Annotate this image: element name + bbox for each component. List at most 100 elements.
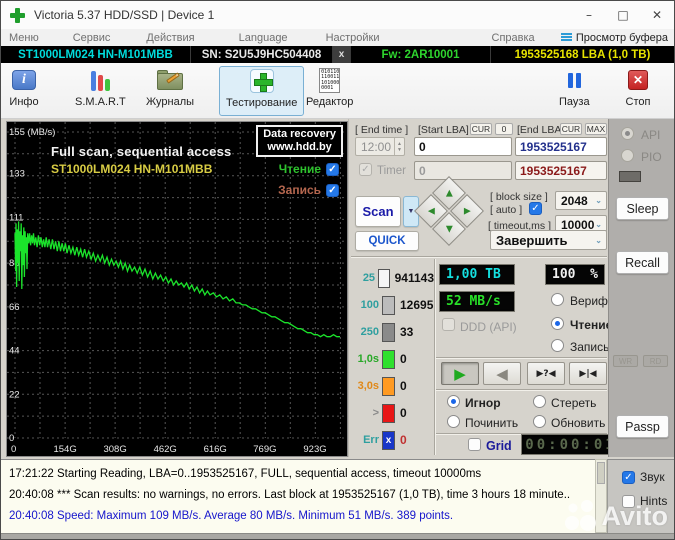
svg-text:462G: 462G [154, 444, 177, 455]
recall-button[interactable]: Recall [616, 251, 669, 274]
right-arrow-icon: ▶ [463, 205, 471, 216]
end-lba-secondary-input[interactable]: 1953525167 [515, 161, 607, 180]
write-radio[interactable] [551, 339, 564, 352]
ignore-radio[interactable] [447, 395, 460, 408]
erase-radio[interactable] [533, 395, 546, 408]
close-button[interactable]: ✕ [640, 1, 674, 29]
control-panel: [ End time ] [Start LBA] CUR 0 [End LBA]… [348, 119, 621, 457]
end-time-spinner[interactable]: 12:00 ▲ ▼ [355, 137, 405, 156]
passp-button[interactable]: Passp [616, 415, 669, 438]
svg-text:133: 133 [9, 169, 25, 180]
play-button[interactable]: ▶ [441, 362, 479, 385]
pio-radio[interactable] [621, 149, 634, 162]
back-button[interactable]: ◀ [483, 362, 521, 385]
timer-checkbox[interactable]: ✓ [359, 163, 372, 176]
binary-document-icon: 010110 110011 101000 0001 [319, 67, 341, 93]
menu-main[interactable]: Меню [9, 32, 39, 44]
grid-checkbox[interactable] [468, 438, 481, 451]
spinner-arrows-icon[interactable]: ▲ ▼ [394, 138, 404, 155]
scan-button[interactable]: Scan [355, 196, 401, 227]
finish-action-combo[interactable]: Завершить ⌄ [490, 230, 607, 250]
log-entry: 20:40:08 Speed: Maximum 109 MB/s. Averag… [9, 510, 454, 522]
app-icon [10, 7, 25, 23]
svg-text:769G: 769G [253, 444, 276, 455]
api-label: API [641, 128, 661, 142]
legend-read-label: Чтение [278, 162, 321, 176]
sound-checkbox[interactable]: ✓ [622, 470, 635, 484]
menu-settings[interactable]: Настройки [326, 32, 380, 44]
quick-button[interactable]: QUICK [355, 231, 419, 251]
block-size-combo[interactable]: 2048 ⌄ [555, 191, 607, 210]
buffer-view-button[interactable]: Просмотр буфера [560, 31, 668, 44]
seek-end-button[interactable]: ▶|◀ [569, 362, 607, 385]
verify-radio[interactable] [551, 293, 564, 306]
read-radio[interactable] [551, 317, 564, 330]
read-checkbox[interactable]: ✓ [326, 162, 339, 176]
block-swatch-3s [382, 376, 395, 396]
start-lba-input[interactable]: 0 [414, 137, 512, 156]
menu-help[interactable]: Справка [492, 32, 535, 44]
write-checkbox[interactable]: ✓ [326, 183, 339, 197]
ddd-api-label: DDD (API) [460, 320, 517, 334]
seek-error-icon: ▶?◀ [536, 368, 556, 379]
smart-bars-icon [90, 69, 110, 91]
menu-actions[interactable]: Действия [146, 32, 194, 44]
speed-curve [14, 221, 340, 338]
editor-tab-button[interactable]: 010110 110011 101000 0001 Редактор [306, 66, 353, 116]
info-tab-button[interactable]: i Инфо [9, 66, 39, 116]
serial-divider[interactable]: x [333, 46, 351, 63]
hints-checkbox[interactable] [622, 494, 635, 508]
logs-tab-button[interactable]: Журналы [146, 66, 194, 116]
combo-caret-icon: ⌄ [595, 196, 602, 205]
scrollbar-thumb[interactable] [597, 462, 605, 484]
erase-label: Стереть [551, 396, 597, 410]
sound-label: Звук [640, 470, 665, 484]
window-bottom-edge [1, 533, 674, 539]
end-lba-cur-button[interactable]: CUR [560, 123, 582, 135]
maximize-button[interactable]: □ [606, 1, 640, 29]
stop-button[interactable]: ✕ Стоп [623, 66, 653, 116]
start-lba-cur-button[interactable]: CUR [470, 123, 492, 135]
end-lba-input[interactable]: 1953525167 [515, 137, 607, 156]
api-radio[interactable] [621, 127, 634, 140]
combo-caret-icon: ⌄ [595, 235, 602, 245]
test-tab-button[interactable]: Тестирование [219, 66, 305, 116]
remap-label: Починить [465, 416, 519, 430]
timer-label: Timer [377, 165, 406, 177]
info-bubble-icon: i [12, 70, 36, 90]
stat-row-1s: 1,0s 0 [349, 347, 434, 371]
refresh-radio[interactable] [533, 415, 546, 428]
buffer-view-label: Просмотр буфера [575, 31, 668, 44]
start-lba-secondary-input[interactable]: 0 [414, 161, 512, 180]
ddd-api-checkbox[interactable] [442, 318, 455, 331]
menu-bar: Меню Сервис Действия Language Настройки … [1, 29, 674, 46]
pause-button[interactable]: Пауза [559, 66, 590, 116]
legend-write-label: Запись [278, 183, 321, 197]
log-panel: 17:21:22 Starting Reading, LBA=0..195352… [1, 459, 595, 533]
wr-button[interactable]: WR [613, 355, 638, 367]
victoria-window: Victoria 5.37 HDD/SSD | Device 1 – □ ✕ М… [0, 0, 675, 540]
drive-info-bar: ST1000LM024 HN-M101MBB SN: S2U5J9HC50440… [1, 46, 674, 63]
end-lba-max-button[interactable]: MAX [585, 123, 607, 135]
verify-label: Вериф. [570, 294, 612, 308]
svg-text:923G: 923G [303, 444, 326, 455]
stat-row-over: > 0 [349, 401, 434, 425]
menu-language[interactable]: Language [239, 32, 288, 44]
menu-service[interactable]: Сервис [73, 32, 111, 44]
minimize-button[interactable]: – [572, 1, 606, 29]
title-bar: Victoria 5.37 HDD/SSD | Device 1 – □ ✕ [1, 1, 674, 29]
end-time-label: [ End time ] [355, 124, 409, 136]
log-scrollbar[interactable] [595, 459, 607, 533]
auto-checkbox[interactable]: ✓ [529, 202, 542, 215]
block-swatch-100ms [382, 295, 395, 315]
ignore-label: Игнор [465, 396, 501, 410]
remap-radio[interactable] [447, 415, 460, 428]
seek-error-button[interactable]: ▶?◀ [527, 362, 565, 385]
sleep-button[interactable]: Sleep [616, 197, 669, 220]
block-swatch-1s [382, 349, 395, 369]
rd-button[interactable]: RD [643, 355, 668, 367]
stop-x-icon: ✕ [628, 70, 648, 90]
log-options-panel: ✓ Звук Hints [607, 459, 674, 533]
smart-tab-button[interactable]: S.M.A.R.T [75, 66, 126, 116]
start-lba-zero-button[interactable]: 0 [495, 123, 513, 135]
